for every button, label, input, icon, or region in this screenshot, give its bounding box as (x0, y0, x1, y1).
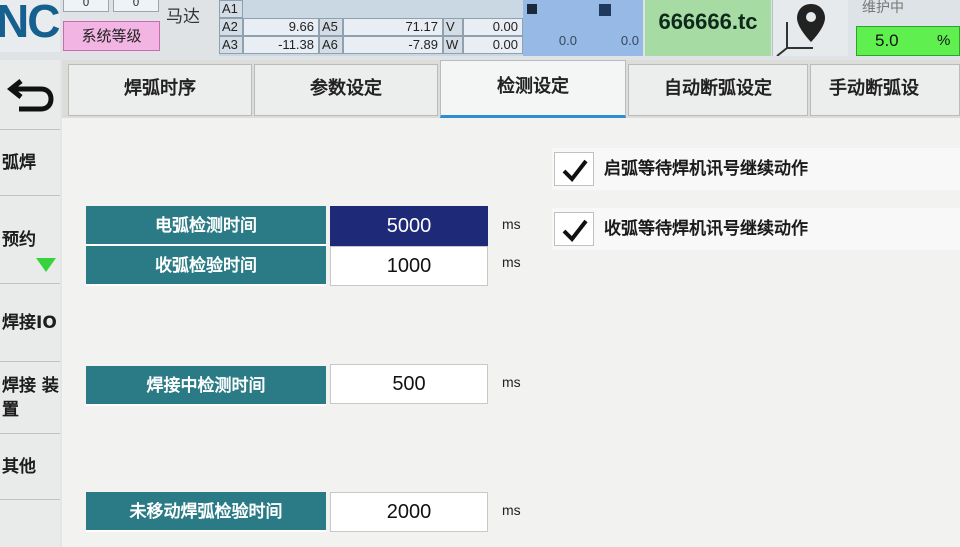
sidebar-item-label: 预约 (2, 229, 36, 250)
axis-value: 9.66 (243, 18, 319, 36)
coordinate-button[interactable] (772, 0, 848, 57)
brand-logo: NC (0, 0, 60, 52)
arc-end-wait-option[interactable]: 收弧等待焊机讯号继续动作 (552, 208, 960, 250)
tab-parameter-settings[interactable]: 参数设定 (254, 64, 438, 116)
logo-text: NC (0, 0, 60, 47)
sidebar-item-label: 焊接 装置 (2, 375, 59, 420)
speed-value: 0.0 (558, 33, 577, 48)
no-move-arc-check-time-input[interactable]: 2000 (330, 492, 488, 532)
param-label: 未移动焊弧检验时间 (86, 492, 326, 532)
program-name[interactable]: 666666.tc (645, 0, 771, 56)
speed-value: 0.0 (620, 33, 639, 48)
axis-row: A2 9.66 A5 71.17 V 0.00 (219, 18, 523, 36)
progress-value: 5.0 (875, 31, 899, 50)
param-unit: ms (502, 216, 521, 232)
axis-extra: 0.00 (463, 18, 523, 36)
axis-value: 71.17 (343, 18, 443, 36)
checkmark-icon (562, 159, 588, 183)
arc-end-check-time-input[interactable]: 1000 (330, 246, 488, 286)
back-button[interactable] (0, 60, 60, 130)
arc-detect-time-input[interactable]: 5000 (330, 206, 488, 246)
tab-bar: 焊弧时序 参数设定 检测设定 自动断弧设定 手动断弧设 (62, 60, 960, 118)
sidebar-item-label: 弧焊 (2, 152, 36, 173)
axis-value: -11.38 (243, 36, 319, 54)
checkmark-icon (562, 219, 588, 243)
param-label: 电弧检测时间 (86, 206, 326, 246)
mini-cells: 0 0 (63, 0, 160, 20)
sidebar-item-welding-io[interactable]: 焊接IO (0, 284, 60, 362)
checkbox-label: 收弧等待焊机讯号继续动作 (604, 219, 808, 239)
axis-extra: 0.00 (463, 36, 523, 54)
param-label: 收弧检验时间 (86, 246, 326, 286)
status-text: 维护中 (862, 0, 904, 16)
welding-detect-time-input[interactable]: 500 (330, 364, 488, 404)
status-panel: 维护中 5.0 % (848, 0, 960, 60)
sidebar-item-arc-welding[interactable]: 弧焊 (0, 130, 60, 196)
map-pin-axes-icon (776, 4, 825, 57)
motor-label: 马达 (160, 0, 220, 52)
sidebar: 弧焊 预约 焊接IO 焊接 装置 其他 (0, 60, 62, 547)
status-square-icon (527, 4, 537, 14)
progress-readout: 5.0 % (856, 26, 960, 56)
status-bar: NC 0 0 系统等级 马达 A1 A2 9.66 A5 71.17 V 0.0… (0, 0, 960, 60)
axis-readout: A1 A2 9.66 A5 71.17 V 0.00 A3 -11.38 A6 … (219, 0, 523, 56)
axis-name: A5 (319, 18, 343, 36)
speed-panel: 0.0 0.0 (523, 0, 643, 56)
axis-name: A2 (219, 18, 243, 36)
arc-start-wait-checkbox[interactable] (554, 152, 594, 186)
axis-name: A6 (319, 36, 343, 54)
sidebar-item-label: 其他 (2, 456, 36, 477)
status-square-icon (599, 4, 611, 16)
axis-row: A3 -11.38 A6 -7.89 W 0.00 (219, 36, 523, 54)
sidebar-empty-slot (0, 500, 60, 547)
sidebar-item-welding-device[interactable]: 焊接 装置 (0, 362, 60, 434)
progress-unit: % (937, 32, 951, 49)
tab-detection-settings[interactable]: 检测设定 (440, 60, 626, 118)
tab-auto-arc-break[interactable]: 自动断弧设定 (628, 64, 808, 116)
triangle-down-icon (36, 258, 56, 272)
mini-cell: 0 (63, 0, 109, 12)
detection-settings-panel: 电弧检测时间 5000 ms 收弧检验时间 1000 ms 焊接中检测时间 50… (62, 118, 960, 547)
axis-unit: V (443, 18, 463, 36)
checkbox-label: 启弧等待焊机讯号继续动作 (604, 159, 808, 179)
tab-manual-arc-break[interactable]: 手动断弧设 (810, 64, 960, 116)
sidebar-item-label: 焊接IO (2, 312, 57, 333)
param-unit: ms (502, 374, 521, 390)
axis-name: A3 (219, 36, 243, 54)
param-label: 焊接中检测时间 (86, 366, 326, 406)
tab-arc-sequence[interactable]: 焊弧时序 (68, 64, 252, 116)
sidebar-item-other[interactable]: 其他 (0, 434, 60, 500)
param-unit: ms (502, 254, 521, 270)
sidebar-item-reservation[interactable]: 预约 (0, 196, 60, 284)
axis-unit: W (443, 36, 463, 54)
undo-arrow-icon (7, 78, 54, 111)
system-level-button[interactable]: 系统等级 (63, 21, 160, 51)
axis-value: -7.89 (343, 36, 443, 54)
arc-end-wait-checkbox[interactable] (554, 212, 594, 246)
axis-name: A1 (219, 0, 243, 18)
arc-start-wait-option[interactable]: 启弧等待焊机讯号继续动作 (552, 148, 960, 190)
mini-cell: 0 (113, 0, 159, 12)
param-unit: ms (502, 502, 521, 518)
